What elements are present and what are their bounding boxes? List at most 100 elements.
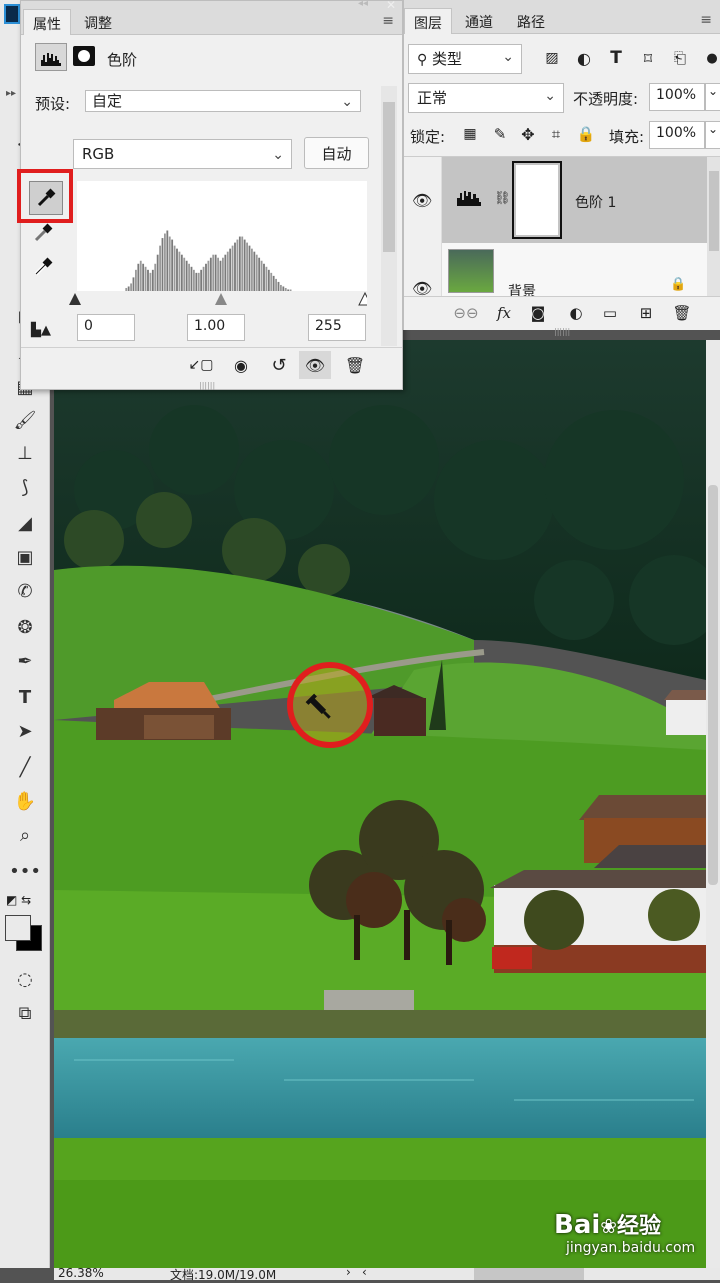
histogram-bar — [234, 242, 236, 291]
filter-adjustment-icon[interactable]: ◐ — [570, 44, 598, 72]
gradient-tool-icon[interactable]: ▣ — [10, 542, 40, 572]
lock-all-icon[interactable]: 🔒 — [572, 120, 600, 148]
opacity-field[interactable]: 100% — [649, 83, 705, 111]
lock-transparent-icon[interactable]: ▦ — [456, 120, 484, 148]
chevron-down-icon: ⌄ — [341, 94, 353, 110]
histogram-bar — [197, 272, 200, 291]
eraser-tool-icon[interactable]: ◢ — [10, 508, 40, 538]
canvas-vertical-scrollbar[interactable] — [706, 340, 720, 1268]
opacity-chevron-icon[interactable]: ⌄ — [705, 83, 720, 111]
layers-panel-menu-icon[interactable]: ≡ — [700, 12, 712, 28]
eye-visibility-icon[interactable]: 👁 — [412, 279, 436, 296]
zoom-tool-icon[interactable]: ⌕ — [10, 820, 40, 850]
horizontal-scrollbar-thumb[interactable] — [474, 1268, 584, 1280]
preset-select[interactable]: 自定 ⌄ — [85, 90, 361, 112]
hand-tool-icon[interactable]: ✋ — [10, 786, 40, 816]
props-header-close-icon[interactable]: ✕ — [386, 0, 396, 12]
tab-layers[interactable]: 图层 — [404, 8, 452, 34]
histogram-bar — [209, 257, 212, 291]
tab-adjustments[interactable]: 调整 — [75, 9, 121, 35]
path-selection-tool-icon[interactable]: ➤ — [10, 716, 40, 746]
eye-visibility-icon[interactable]: 👁 — [412, 191, 436, 210]
add-mask-icon[interactable]: ◙ — [524, 299, 552, 327]
input-levels-slider[interactable] — [67, 291, 372, 307]
collapse-arrows-icon[interactable]: ▸▸ — [6, 88, 16, 99]
highlight-input-field[interactable]: 255 — [308, 314, 366, 341]
layer-lock-icon: 🔒 — [670, 277, 687, 292]
foreground-color-swatch[interactable] — [5, 915, 31, 941]
visibility-eye-icon[interactable]: 👁 — [299, 351, 331, 379]
mask-icon[interactable] — [73, 46, 95, 66]
histogram-bar — [200, 269, 203, 292]
shadow-input-field[interactable]: 0 — [77, 314, 135, 341]
new-adjustment-icon[interactable]: ◐ — [562, 299, 590, 327]
histogram-bar — [195, 272, 198, 291]
lock-image-icon[interactable]: ✎ — [486, 120, 514, 148]
layer-row-levels[interactable]: ⛓ 色阶 1 — [442, 157, 707, 243]
filter-smart-object-icon[interactable]: ⎗ — [666, 44, 694, 72]
levels-adjustment-icon[interactable] — [35, 43, 67, 71]
filter-shape-icon[interactable]: ⌑ — [634, 44, 662, 72]
layer-row-background[interactable]: 背景 🔒 — [442, 245, 707, 296]
lock-artboard-icon[interactable]: ⌗ — [542, 120, 570, 148]
scroll-left-icon[interactable]: ‹ — [362, 1265, 367, 1279]
quick-mask-icon[interactable]: ◌ — [10, 964, 40, 994]
stamp-tool-icon[interactable]: ⊥ — [10, 438, 40, 468]
preset-value: 自定 — [92, 92, 123, 110]
status-arrow-icon[interactable]: › — [346, 1265, 351, 1279]
lock-position-icon[interactable]: ✥ — [514, 120, 542, 148]
document-info[interactable]: 文档:19.0M/19.0M — [170, 1266, 276, 1283]
new-layer-icon[interactable]: ⊞ — [632, 299, 660, 327]
more-tools-icon[interactable]: ••• — [9, 856, 41, 886]
tab-properties[interactable]: 属性 — [23, 9, 71, 35]
tab-paths[interactable]: 路径 — [508, 8, 554, 34]
auto-button[interactable]: 自动 — [304, 137, 369, 169]
fill-chevron-icon[interactable]: ⌄ — [705, 121, 720, 149]
white-point-eyedropper-icon[interactable] — [33, 257, 59, 283]
new-group-icon[interactable]: ▭ — [596, 299, 624, 327]
link-chain-icon[interactable]: ⛓ — [494, 191, 511, 206]
histogram-bar — [202, 266, 205, 291]
resize-grip-icon[interactable]: |||||| — [199, 381, 215, 390]
filter-pixel-icon[interactable]: ▨ — [538, 44, 566, 72]
delete-trash-icon[interactable]: 🗑 — [341, 351, 369, 379]
zoom-level[interactable]: 26.38% — [58, 1266, 104, 1280]
view-previous-state-icon[interactable]: ◉ — [227, 351, 255, 379]
clipping-warning-icon[interactable]: ▙▲ — [31, 323, 51, 338]
dodge-tool-icon[interactable]: ❂ — [10, 612, 40, 642]
default-colors-icon[interactable]: ◩ ⇆ — [6, 893, 31, 907]
histogram-bar — [214, 254, 217, 291]
screen-mode-icon[interactable]: ⧉ — [10, 998, 40, 1028]
pen-tool-icon[interactable]: ✒ — [10, 646, 40, 676]
black-point-eyedropper-icon[interactable] — [29, 181, 63, 215]
reset-icon[interactable]: ↺ — [265, 351, 293, 379]
fx-icon[interactable]: fx — [490, 299, 518, 327]
document-canvas[interactable]: Bai❀经验 jingyan.baidu.com — [54, 340, 706, 1268]
filter-type-icon[interactable]: T — [602, 44, 630, 72]
delete-layer-icon[interactable]: 🗑 — [668, 299, 696, 327]
blur-tool-icon[interactable]: ✆ — [10, 576, 40, 606]
props-header-collapse-icon[interactable]: ◂◂ — [358, 0, 368, 9]
clip-to-layer-icon[interactable]: ↙▢ — [187, 351, 215, 379]
gray-point-eyedropper-icon[interactable] — [33, 223, 59, 249]
type-tool-icon[interactable]: T — [10, 682, 40, 712]
fill-field[interactable]: 100% — [649, 121, 705, 149]
tab-channels[interactable]: 通道 — [456, 8, 502, 34]
histogram-bar — [185, 260, 188, 291]
layer-name: 背景 — [508, 284, 536, 296]
history-brush-tool-icon[interactable]: ⟆ — [10, 472, 40, 502]
link-layers-icon[interactable]: ⊖⊖ — [452, 299, 480, 327]
channel-value: RGB — [82, 145, 115, 163]
channel-select[interactable]: RGB ⌄ — [73, 139, 292, 169]
line-tool-icon[interactable]: ╱ — [10, 752, 40, 782]
layers-scrollbar[interactable] — [707, 157, 720, 296]
filter-kind-select[interactable]: ⚲ 类型 ⌄ — [408, 44, 522, 74]
layer-mask-thumbnail[interactable] — [512, 161, 562, 239]
blend-mode-select[interactable]: 正常 ⌄ — [408, 83, 564, 113]
brush-tool-icon[interactable]: 🖌 — [10, 405, 40, 435]
filter-toggle-icon[interactable]: ● — [698, 44, 720, 72]
panel-menu-icon[interactable]: ≡ — [382, 13, 394, 29]
midtone-input-field[interactable]: 1.00 — [187, 314, 245, 341]
properties-scrollbar[interactable] — [381, 86, 397, 346]
layers-resize-grip-icon[interactable]: |||||| — [554, 327, 570, 336]
